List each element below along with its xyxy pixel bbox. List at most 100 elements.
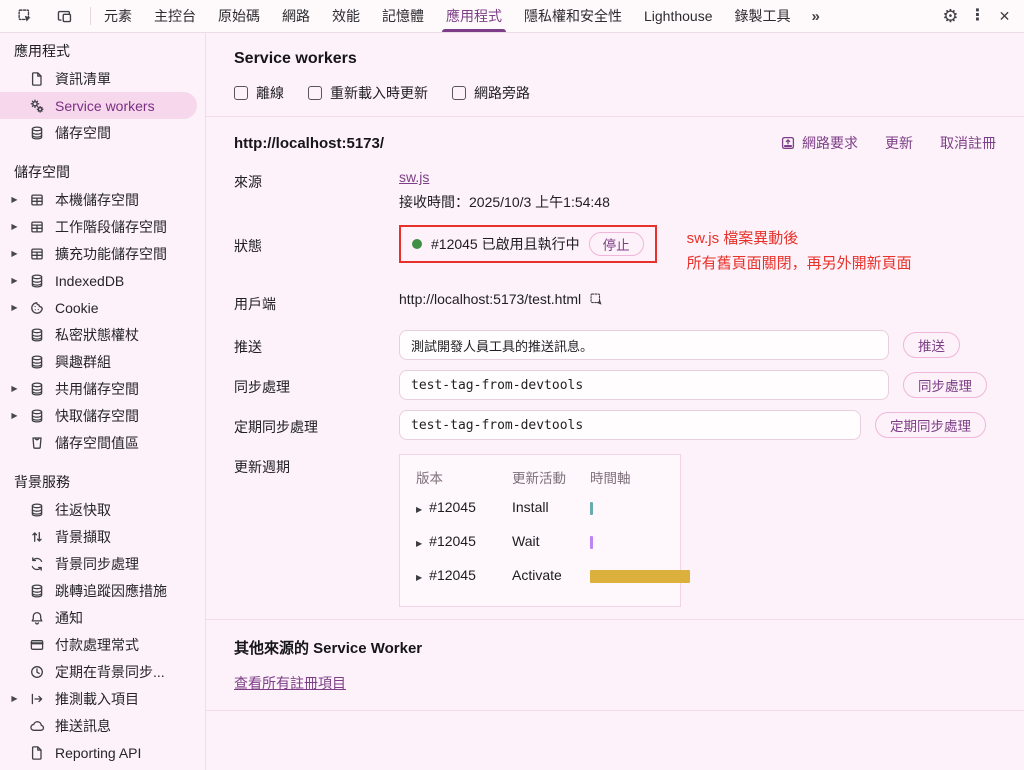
status-text: #12045 已啟用且執行中 <box>431 236 580 252</box>
devtools-toolbar: 元素 主控台 原始碼 網路 效能 記憶體 應用程式 隱私權和安全性 Lighthouse 錄製工具… <box>0 0 1024 33</box>
source-label: 來源 <box>234 174 262 190</box>
sync-tag-input[interactable] <box>399 370 889 400</box>
tab-elements[interactable]: 元素 <box>93 0 143 32</box>
checkbox-box[interactable] <box>308 86 322 100</box>
sidebar-item-label: 快取儲存空間 <box>55 407 139 424</box>
expand-triangle-icon[interactable]: ▶ <box>7 694 22 703</box>
periodic-sync-tag-input[interactable] <box>399 410 861 440</box>
sidebar-section-title: 儲存空間 <box>14 164 70 180</box>
checkbox-label: 網路旁路 <box>474 85 530 101</box>
source-received-time: 接收時間：2025/10/3 上午1:54:48 <box>399 194 610 210</box>
sidebar-item-cache-storage[interactable]: ▶ 快取儲存空間 <box>0 402 197 429</box>
checkbox-bypass-for-network[interactable]: 網路旁路 <box>452 83 530 103</box>
cookie-icon <box>29 300 45 316</box>
cycle-col-header: 更新活動 <box>512 471 566 486</box>
stop-button[interactable]: 停止 <box>588 232 644 256</box>
periodic-sync-button[interactable]: 定期同步處理 <box>875 412 986 438</box>
expand-triangle-icon[interactable]: ▶ <box>7 276 22 285</box>
tab-application[interactable]: 應用程式 <box>435 0 513 32</box>
sw-options-row: 離線 重新載入時更新 網路旁路 <box>234 83 996 103</box>
network-requests-button[interactable]: 網路要求 <box>780 133 858 153</box>
more-tabs-button[interactable]: » <box>802 0 830 32</box>
checkbox-box[interactable] <box>234 86 248 100</box>
sidebar-item-label: 儲存空間 <box>55 124 111 141</box>
clients-label: 用戶端 <box>234 296 276 312</box>
checkbox-offline[interactable]: 離線 <box>234 83 284 103</box>
sidebar-item-label: 擴充功能儲存空間 <box>55 245 167 262</box>
tab-sources[interactable]: 原始碼 <box>207 0 271 32</box>
sidebar-item-label: 推測載入項目 <box>55 690 139 707</box>
sidebar-item-periodic-background-sync[interactable]: 定期在背景同步... <box>0 658 197 685</box>
sidebar-item-service-workers[interactable]: Service workers <box>0 92 197 119</box>
sidebar-item-speculative-loads[interactable]: ▶ 推測載入項目 <box>0 685 197 712</box>
settings-gear-icon[interactable]: ⚙ <box>937 3 964 30</box>
expand-triangle-icon[interactable]: ▶ <box>7 411 22 420</box>
sidebar-item-background-sync[interactable]: 背景同步處理 <box>0 550 197 577</box>
periodic-sync-label: 定期同步處理 <box>234 419 318 435</box>
sidebar-item-private-state-tokens[interactable]: 私密狀態權杖 <box>0 321 197 348</box>
sidebar-item-storage-buckets[interactable]: 儲存空間值區 <box>0 429 197 456</box>
inspect-element-icon[interactable] <box>12 3 39 30</box>
sidebar-item-manifest[interactable]: 資訊清單 <box>0 65 197 92</box>
expand-triangle-icon[interactable]: ▶ <box>7 195 22 204</box>
sidebar-item-cookies[interactable]: ▶ Cookie <box>0 294 197 321</box>
cycle-row-install: ▶ #12045 Install <box>416 490 664 524</box>
sidebar-item-label: 背景同步處理 <box>55 555 139 572</box>
sidebar-section: 應用程式 資訊清單 Service workers 儲存空間 <box>0 37 205 146</box>
tab-memory[interactable]: 記憶體 <box>371 0 435 32</box>
expand-triangle-icon[interactable]: ▶ <box>7 384 22 393</box>
sidebar-item-local-storage[interactable]: ▶ 本機儲存空間 <box>0 186 197 213</box>
sidebar-item-session-storage[interactable]: ▶ 工作階段儲存空間 <box>0 213 197 240</box>
sidebar-section: 背景服務往返快取背景擷取背景同步處理跳轉追蹤因應措施通知付款處理常式定期在背景同… <box>0 468 205 766</box>
sidebar-item-shared-storage[interactable]: ▶ 共用儲存空間 <box>0 375 197 402</box>
tab-recorder[interactable]: 錄製工具 <box>724 0 802 32</box>
checkbox-box[interactable] <box>452 86 466 100</box>
tab-console[interactable]: 主控台 <box>143 0 207 32</box>
sidebar-item-back-forward-cache[interactable]: 往返快取 <box>0 496 197 523</box>
sidebar-item-extension-storage[interactable]: ▶ 擴充功能儲存空間 <box>0 240 197 267</box>
sidebar-item-notifications[interactable]: 通知 <box>0 604 197 631</box>
sidebar-item-label: 通知 <box>55 609 83 626</box>
sidebar-item-bounce-tracking[interactable]: 跳轉追蹤因應措施 <box>0 577 197 604</box>
sidebar-item-payment-handler[interactable]: 付款處理常式 <box>0 631 197 658</box>
sync-button[interactable]: 同步處理 <box>903 372 987 398</box>
focus-client-icon[interactable] <box>589 292 604 307</box>
tab-label: 隱私權和安全性 <box>524 8 622 24</box>
sidebar-item-background-fetch[interactable]: 背景擷取 <box>0 523 197 550</box>
tab-performance[interactable]: 效能 <box>321 0 371 32</box>
unregister-button[interactable]: 取消註冊 <box>940 133 996 153</box>
periodic-sync-row: 定期同步處理 定期同步處理 <box>234 410 996 440</box>
expand-triangle-icon[interactable]: ▶ <box>416 505 422 514</box>
expand-triangle-icon[interactable]: ▶ <box>7 303 22 312</box>
sidebar-item-interest-groups[interactable]: 興趣群組 <box>0 348 197 375</box>
close-icon[interactable]: ✕ <box>991 3 1018 30</box>
source-file-link[interactable]: sw.js <box>399 169 429 185</box>
kebab-menu-icon[interactable]: ⋮ <box>964 3 991 30</box>
tab-label: 元素 <box>104 8 132 24</box>
sidebar-section-title: 背景服務 <box>14 474 70 490</box>
cycle-col-header: 版本 <box>416 471 443 486</box>
expand-triangle-icon[interactable]: ▶ <box>7 222 22 231</box>
tab-lighthouse[interactable]: Lighthouse <box>633 0 724 32</box>
sidebar-item-reporting-api[interactable]: Reporting API <box>0 739 197 766</box>
sidebar-item-label: 付款處理常式 <box>55 636 139 653</box>
see-all-registrations-link[interactable]: 查看所有註冊項目 <box>234 673 346 693</box>
expand-triangle-icon[interactable]: ▶ <box>416 573 422 582</box>
device-toolbar-icon[interactable] <box>51 3 78 30</box>
sidebar-item-label: 背景擷取 <box>55 528 111 545</box>
status-running-dot <box>412 239 422 249</box>
divider <box>206 710 1024 711</box>
sidebar-item-storage[interactable]: 儲存空間 <box>0 119 197 146</box>
update-button[interactable]: 更新 <box>885 133 913 153</box>
tab-privacy-and-security[interactable]: 隱私權和安全性 <box>513 0 633 32</box>
tab-network[interactable]: 網路 <box>271 0 321 32</box>
sidebar-item-push-messaging[interactable]: 推送訊息 <box>0 712 197 739</box>
push-message-input[interactable] <box>399 330 889 360</box>
service-workers-pane: Service workers 離線 重新載入時更新 網路旁路 http://loc… <box>206 33 1024 770</box>
expand-triangle-icon[interactable]: ▶ <box>416 539 422 548</box>
expand-triangle-icon[interactable]: ▶ <box>7 249 22 258</box>
sidebar-item-indexeddb[interactable]: ▶ IndexedDB <box>0 267 197 294</box>
checkbox-update-on-reload[interactable]: 重新載入時更新 <box>308 83 428 103</box>
push-button[interactable]: 推送 <box>903 332 960 358</box>
sidebar-section: 儲存空間 ▶ 本機儲存空間 ▶ 工作階段儲存空間 ▶ 擴充功能儲存空間 ▶ IndexedDB ▶… <box>0 158 205 456</box>
